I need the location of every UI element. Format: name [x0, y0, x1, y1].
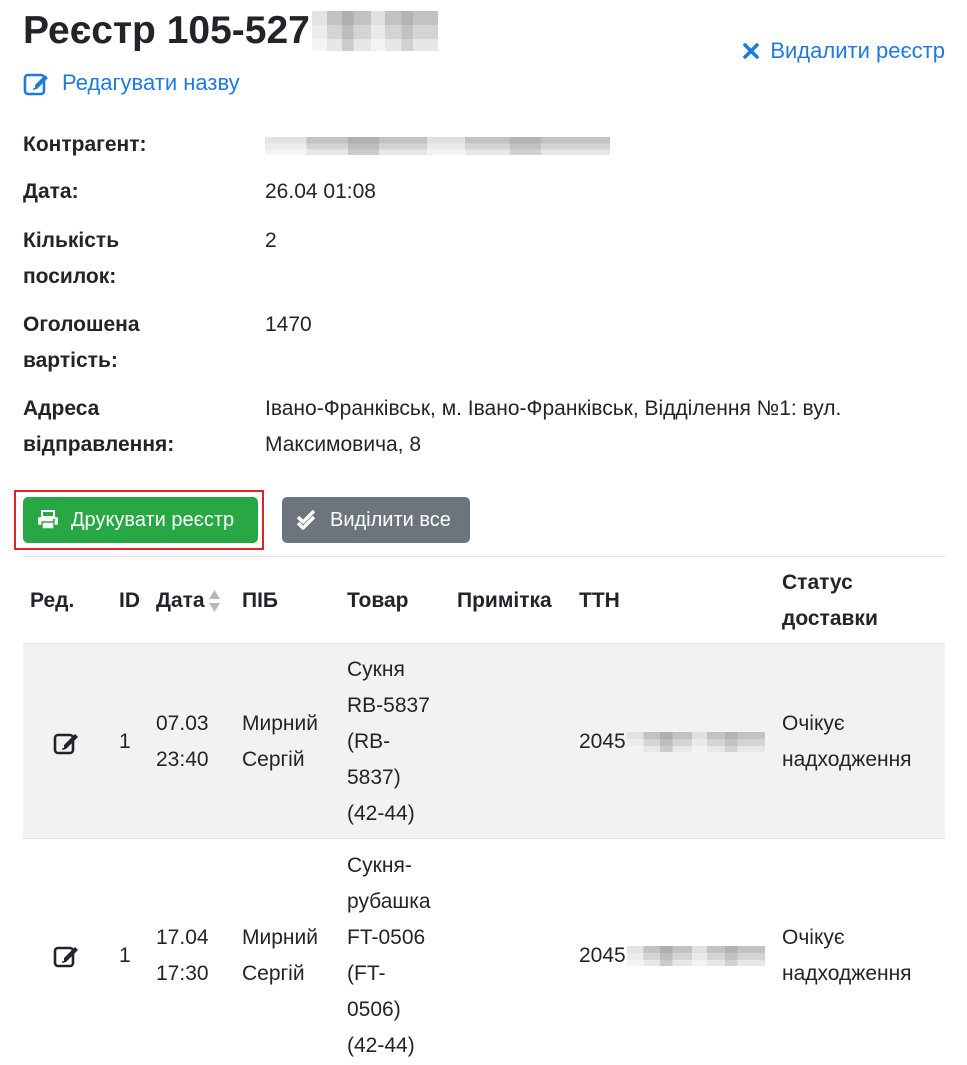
row-date-line-2: 23:40: [156, 748, 209, 771]
delete-registry-label: Видалити реєстр: [770, 38, 945, 63]
header-product: Товар: [347, 589, 409, 612]
row-date-line-2: 17:30: [156, 962, 209, 985]
table-top-divider: [23, 556, 945, 557]
declared-label: Оголошена вартість:: [23, 307, 243, 379]
counterparty-label: Контрагент:: [23, 133, 147, 156]
row-name-line-2: Сергій: [242, 748, 305, 771]
declared-label-line-2: вартість:: [23, 349, 118, 372]
header-ttn: ТТН: [579, 589, 620, 612]
row-status: Очікує надходження: [782, 706, 912, 778]
close-icon: [743, 43, 760, 59]
row-name-line-2: Сергій: [242, 962, 305, 985]
parcels-label-line-2: посилок:: [23, 265, 117, 288]
row-product-line: 5837): [347, 766, 401, 789]
row-date: 17.04 17:30: [156, 920, 209, 992]
redacted-registry-number: [311, 11, 438, 51]
declared-value: 1470: [265, 313, 312, 336]
redacted-ttn: [626, 732, 765, 752]
row-date-line-1: 07.03: [156, 712, 209, 735]
row-product-line: (42-44): [347, 802, 415, 825]
row-ttn-prefix: 2045: [579, 944, 626, 967]
row-date: 07.03 23:40: [156, 706, 209, 778]
row-id: 1: [119, 730, 131, 753]
date-value: 26.04 01:08: [265, 180, 376, 203]
header-status-line-1: Статус: [782, 571, 853, 594]
parcels-label-line-1: Кількість: [23, 229, 120, 252]
header-status: Статус доставки: [782, 565, 878, 637]
edit-name-link[interactable]: Редагувати назву: [23, 70, 240, 96]
row-name-line-1: Мирний: [242, 926, 318, 949]
sort-icon: [208, 590, 220, 612]
date-label: Дата:: [23, 180, 79, 203]
row-name-line-1: Мирний: [242, 712, 318, 735]
page-title: Реєстр 105-527: [23, 6, 438, 56]
select-all-label: Виділити все: [330, 508, 451, 531]
row-status-line-2: надходження: [782, 748, 912, 771]
row-name: Мирний Сергій: [242, 706, 318, 778]
registry-page: Реєстр 105-527 Видалити реєстр Редагуват…: [14, 0, 945, 1065]
address-value-line-1: Івано-Франківськ, м. Івано-Франківськ, В…: [265, 397, 842, 420]
row-product-line: RB-5837: [347, 694, 430, 717]
row-product: Сукня- рубашка FT-0506 (FT- 0506) (42-44…: [347, 848, 431, 1064]
row-product-line: Сукня: [347, 658, 405, 681]
address-label: Адреса відправлення:: [23, 391, 243, 463]
row-product-line: 0506): [347, 998, 401, 1021]
redacted-counterparty: [265, 137, 610, 155]
edit-name-label: Редагувати назву: [62, 70, 240, 95]
header-name: ПІБ: [242, 589, 279, 612]
header-edit: Ред.: [30, 589, 75, 612]
row-ttn-prefix: 2045: [579, 730, 626, 753]
print-registry-button[interactable]: Друкувати реєстр: [23, 497, 258, 543]
row-name: Мирний Сергій: [242, 920, 318, 992]
row-product-line: (FT-: [347, 962, 386, 985]
select-all-button[interactable]: Виділити все: [282, 497, 470, 543]
edit-icon[interactable]: [53, 730, 81, 755]
header-status-line-2: доставки: [782, 607, 878, 630]
row-product-line: Сукня-: [347, 854, 412, 877]
row-status-line-2: надходження: [782, 962, 912, 985]
address-label-line-2: відправлення:: [23, 433, 175, 456]
pen-square-icon: [23, 73, 48, 95]
header-note: Примітка: [457, 589, 552, 612]
row-product: Сукня RB-5837 (RB- 5837) (42-44): [347, 652, 430, 832]
header-id: ID: [119, 589, 140, 612]
print-registry-label: Друкувати реєстр: [71, 508, 235, 531]
address-value: Івано-Франківськ, м. Івано-Франківськ, В…: [265, 391, 945, 463]
row-status-line-1: Очікує: [782, 926, 845, 949]
address-value-line-2: Максимовича, 8: [265, 433, 422, 456]
row-product-line: (42-44): [347, 1034, 415, 1057]
row-ttn: 2045: [579, 938, 765, 974]
table-row: 1 17.04 17:30 Мирний Сергій Сукня- рубаш…: [23, 839, 945, 1065]
address-label-line-1: Адреса: [23, 397, 100, 420]
row-product-line: рубашка: [347, 890, 431, 913]
parcels-label: Кількість посилок:: [23, 223, 243, 295]
title-text: Реєстр 105-527: [23, 9, 310, 52]
delete-registry-link[interactable]: Видалити реєстр: [742, 38, 945, 64]
row-status-line-1: Очікує: [782, 712, 845, 735]
row-ttn: 2045: [579, 724, 765, 760]
row-product-line: FT-0506: [347, 926, 426, 949]
row-status: Очікує надходження: [782, 920, 912, 992]
edit-icon[interactable]: [53, 943, 81, 968]
double-check-icon: [296, 510, 316, 530]
row-id: 1: [119, 944, 131, 967]
parcels-value: 2: [265, 229, 277, 252]
row-product-line: (RB-: [347, 730, 391, 753]
header-date[interactable]: Дата: [156, 583, 221, 619]
row-date-line-1: 17.04: [156, 926, 209, 949]
declared-label-line-1: Оголошена: [23, 313, 140, 336]
printer-icon: [38, 510, 58, 530]
table-row: 1 07.03 23:40 Мирний Сергій Сукня RB-583…: [23, 644, 945, 838]
counterparty-value: [265, 127, 945, 167]
header-date-label: Дата: [156, 589, 205, 612]
redacted-ttn: [626, 946, 765, 966]
